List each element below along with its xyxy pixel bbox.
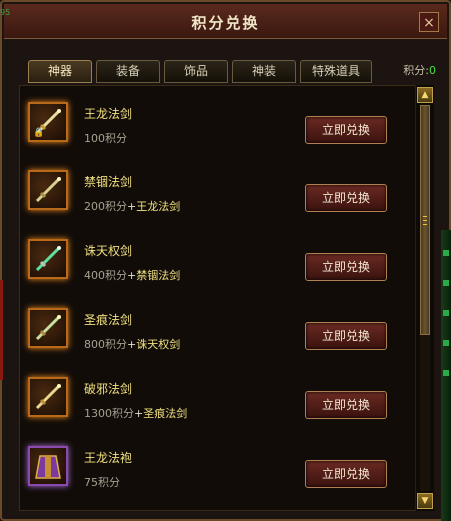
chevron-up-icon: ▲ bbox=[421, 90, 429, 100]
item-cost: 800积分+诛天权剑 bbox=[84, 336, 180, 352]
redeem-button[interactable]: 立即兑换 bbox=[305, 322, 387, 350]
score-label: 积分: bbox=[403, 64, 429, 77]
background-mark bbox=[443, 310, 449, 316]
sword-icon[interactable] bbox=[28, 377, 68, 417]
list-item: 破邪法剑 1300积分+圣痕法剑 立即兑换 bbox=[20, 367, 418, 435]
close-button[interactable]: × bbox=[419, 12, 439, 32]
scroll-track[interactable] bbox=[420, 105, 430, 491]
window-title: 积分兑换 bbox=[191, 14, 260, 32]
redeem-button[interactable]: 立即兑换 bbox=[305, 116, 387, 144]
tab-shipin[interactable]: 饰品 bbox=[164, 60, 228, 83]
chevron-down-icon: ▼ bbox=[421, 496, 429, 506]
cost-points: 400积分 bbox=[84, 269, 127, 282]
tab-shenqi[interactable]: 神器 bbox=[28, 60, 92, 83]
background-mark bbox=[443, 280, 449, 286]
cost-plus: + bbox=[134, 407, 144, 420]
background-game-strip bbox=[441, 230, 451, 521]
grip-line bbox=[423, 216, 427, 217]
required-item: 圣痕法剑 bbox=[143, 407, 188, 420]
background-edge bbox=[0, 280, 3, 380]
scroll-up-button[interactable]: ▲ bbox=[417, 87, 433, 103]
required-item: 禁锢法剑 bbox=[136, 269, 181, 282]
item-name: 圣痕法剑 bbox=[84, 313, 133, 327]
title-bar[interactable]: 积分兑换 × bbox=[4, 4, 447, 39]
redeem-button[interactable]: 立即兑换 bbox=[305, 460, 387, 488]
score-value: 0 bbox=[429, 64, 436, 77]
scroll-down-button[interactable]: ▼ bbox=[417, 493, 433, 509]
item-cost: 1300积分+圣痕法剑 bbox=[84, 405, 187, 421]
list-item: 圣痕法剑 800积分+诛天权剑 立即兑换 bbox=[20, 298, 418, 366]
item-name: 诛天权剑 bbox=[84, 244, 133, 258]
corner-text: 95 bbox=[0, 8, 11, 17]
item-list: 🔒 王龙法剑 100积分 立即兑换 禁锢法剑 200积分+王龙法剑 立即兑换 诛… bbox=[19, 85, 419, 511]
item-name: 王龙法剑 bbox=[84, 107, 133, 121]
sword-icon[interactable] bbox=[28, 170, 68, 210]
cost-points: 800积分 bbox=[84, 338, 127, 351]
background-mark bbox=[443, 370, 449, 376]
item-name: 禁锢法剑 bbox=[84, 175, 133, 189]
list-item: 诛天权剑 400积分+禁锢法剑 立即兑换 bbox=[20, 229, 418, 297]
lock-icon: 🔒 bbox=[33, 128, 45, 138]
sword-icon[interactable]: 🔒 bbox=[28, 102, 68, 142]
exchange-panel: 积分兑换 × 神器 装备 饰品 神装 特殊道具 积分:0 🔒 王龙法剑 100积… bbox=[0, 0, 451, 521]
scroll-thumb[interactable] bbox=[420, 105, 430, 335]
grip-line bbox=[423, 224, 427, 225]
redeem-button[interactable]: 立即兑换 bbox=[305, 391, 387, 419]
scrollbar[interactable]: ▲ ▼ bbox=[415, 85, 434, 511]
redeem-button[interactable]: 立即兑换 bbox=[305, 253, 387, 281]
cost-points: 200积分 bbox=[84, 200, 127, 213]
list-item: 🔒 王龙法剑 100积分 立即兑换 bbox=[20, 92, 418, 160]
score-display: 积分:0 bbox=[403, 62, 436, 78]
sword-icon[interactable] bbox=[28, 308, 68, 348]
cost-points: 1300积分 bbox=[84, 407, 134, 420]
cost-plus: + bbox=[127, 200, 137, 213]
grip-line bbox=[423, 220, 427, 221]
cost-plus: + bbox=[127, 269, 137, 282]
redeem-button[interactable]: 立即兑换 bbox=[305, 184, 387, 212]
close-icon: × bbox=[423, 15, 435, 31]
cost-points: 100积分 bbox=[84, 132, 127, 145]
required-item: 王龙法剑 bbox=[136, 200, 181, 213]
robe-icon[interactable] bbox=[28, 446, 68, 486]
item-name: 破邪法剑 bbox=[84, 382, 133, 396]
cost-plus: + bbox=[127, 338, 137, 351]
item-cost: 100积分 bbox=[84, 130, 127, 146]
item-cost: 400积分+禁锢法剑 bbox=[84, 267, 180, 283]
item-cost: 75积分 bbox=[84, 474, 120, 490]
item-name: 王龙法袍 bbox=[84, 451, 133, 465]
tab-teshu-daoju[interactable]: 特殊道具 bbox=[300, 60, 372, 83]
background-mark bbox=[443, 340, 449, 346]
item-cost: 200积分+王龙法剑 bbox=[84, 198, 180, 214]
tab-shenzhuang[interactable]: 神装 bbox=[232, 60, 296, 83]
background-mark bbox=[443, 250, 449, 256]
tab-zhuangbei[interactable]: 装备 bbox=[96, 60, 160, 83]
cost-points: 75积分 bbox=[84, 476, 120, 489]
required-item: 诛天权剑 bbox=[136, 338, 181, 351]
sword-icon[interactable] bbox=[28, 239, 68, 279]
list-item: 王龙法袍 75积分 立即兑换 bbox=[20, 436, 418, 504]
list-item: 禁锢法剑 200积分+王龙法剑 立即兑换 bbox=[20, 160, 418, 228]
